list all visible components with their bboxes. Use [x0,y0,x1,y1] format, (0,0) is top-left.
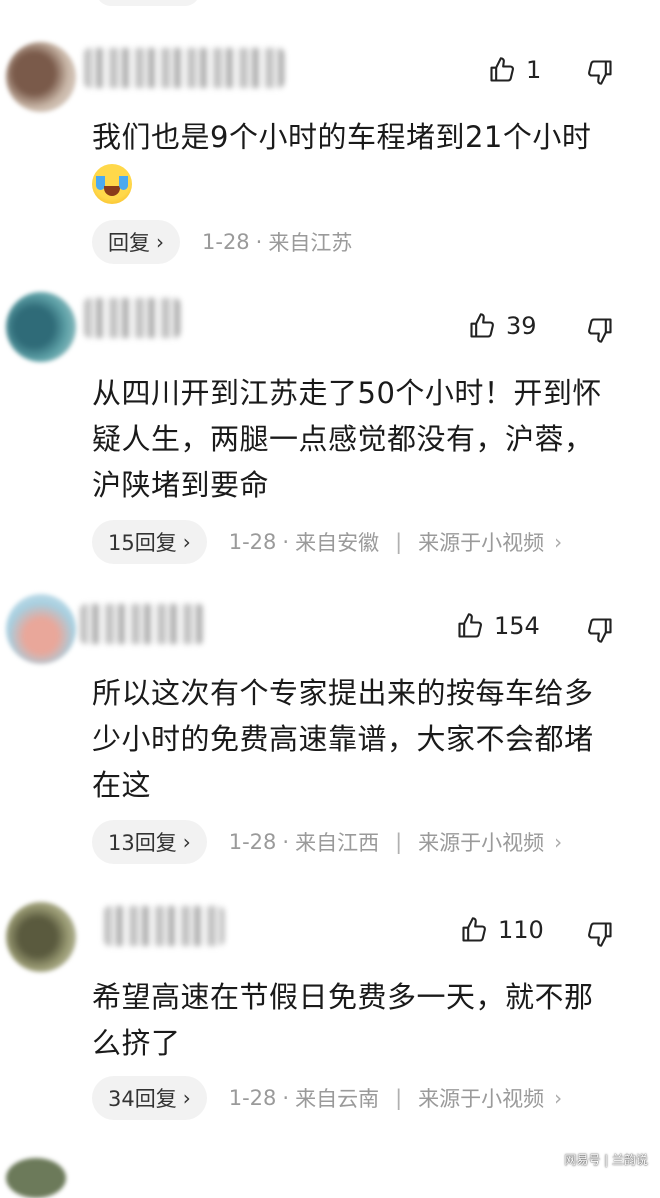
comment-date: 1-28 [228,1086,277,1110]
reply-label: 15回复 [108,531,177,555]
like-count: 39 [506,312,537,340]
avatar[interactable] [6,292,76,362]
dot-separator: · [282,830,290,854]
thumbs-up-icon [462,917,486,942]
chevron-right-icon: › [554,530,563,554]
comment-meta: 15回复 › 1-28 · 来自安徽 | 来源于小视频 › [92,520,562,564]
comment-text-line: 么挤了 [92,1026,181,1060]
thumbs-up-icon [458,613,482,638]
comment-text-line: 我们也是9个小时的车程堵到21个小时 [92,120,592,154]
reply-button[interactable]: 34回复 › [92,1076,207,1120]
like-count: 154 [494,612,540,640]
like-button[interactable]: 39 [468,312,537,340]
reply-label: 34回复 [108,1087,177,1111]
chevron-right-icon: › [156,230,164,254]
dot-separator: · [282,530,290,554]
chevron-right-icon: › [182,830,191,854]
like-button[interactable]: 154 [456,612,540,640]
reply-button[interactable]: 13回复 › [92,820,207,864]
bar-separator: | [395,1086,403,1110]
previous-reply-button[interactable] [96,0,200,6]
thumbs-down-icon [588,618,612,643]
dislike-button[interactable] [586,58,614,86]
thumbs-down-icon [588,318,612,343]
reply-button[interactable]: 15回复 › [92,520,207,564]
thumbs-up-icon [470,313,494,338]
username-blurred[interactable] [104,906,224,946]
avatar[interactable] [6,594,76,664]
comment-text: 所以这次有个专家提出来的按每车给多 少小时的免费高速靠谱，大家不会都堵 在这 [92,670,632,808]
comment-meta: 34回复 › 1-28 · 来自云南 | 来源于小视频 › [92,1076,562,1120]
laugh-cry-emoji-icon [92,164,132,204]
comment-meta: 13回复 › 1-28 · 来自江西 | 来源于小视频 › [92,820,562,864]
thumbs-up-icon [490,57,514,82]
comment-date: 1-28 [202,230,250,254]
dot-separator: · [255,230,263,254]
comment-text-line: 沪陕堵到要命 [92,468,270,502]
watermark: 网易号 | 兰韵说 [564,1153,648,1167]
avatar[interactable] [6,1158,66,1198]
comment-text-line: 所以这次有个专家提出来的按每车给多 [92,676,594,710]
bar-separator: | [395,530,403,554]
comment-text: 我们也是9个小时的车程堵到21个小时 [92,114,632,217]
thumbs-down-icon [588,922,612,947]
bar-separator: | [395,830,403,854]
comment-meta: 回复 › 1-28 · 来自江苏 [92,220,352,264]
comment-source-link[interactable]: 来源于小视频 [418,827,544,857]
comment-text-line: 少小时的免费高速靠谱，大家不会都堵 [92,722,594,756]
chevron-right-icon: › [554,1086,563,1110]
like-count: 1 [526,56,542,84]
like-count: 110 [498,916,544,944]
comment-text-line: 疑人生，两腿一点感觉都没有，沪蓉， [92,422,594,456]
comment-location: 来自江西 [295,831,380,855]
comment-location: 来自江苏 [268,231,353,255]
comment-source-link[interactable]: 来源于小视频 [418,527,544,557]
like-button[interactable]: 1 [488,56,541,84]
comment-date: 1-28 [228,830,277,854]
chevron-right-icon: › [554,830,563,854]
dot-separator: · [282,1086,290,1110]
username-blurred[interactable] [80,604,204,644]
avatar[interactable] [6,902,76,972]
dislike-button[interactable] [586,920,614,948]
reply-button[interactable]: 回复 › [92,220,180,264]
thumbs-down-icon [588,60,612,85]
comment-source-link[interactable]: 来源于小视频 [418,1083,544,1113]
comment-text: 从四川开到江苏走了50个小时！开到怀 疑人生，两腿一点感觉都没有，沪蓉， 沪陕堵… [92,370,632,508]
avatar[interactable] [6,42,76,112]
chevron-right-icon: › [182,530,191,554]
username-blurred[interactable] [84,298,180,338]
like-button[interactable]: 110 [460,916,544,944]
dislike-button[interactable] [586,316,614,344]
comment-text: 希望高速在节假日免费多一天，就不那 么挤了 [92,974,632,1066]
comment-location: 来自安徽 [295,531,380,555]
comment-text-line: 从四川开到江苏走了50个小时！开到怀 [92,376,602,410]
chevron-right-icon: › [182,1086,191,1110]
comment-text-line: 在这 [92,768,152,802]
username-blurred[interactable] [84,48,284,88]
comment-date: 1-28 [228,530,277,554]
comment-text-line: 希望高速在节假日免费多一天，就不那 [92,980,594,1014]
comment-location: 来自云南 [295,1087,380,1111]
dislike-button[interactable] [586,616,614,644]
reply-label: 13回复 [108,831,177,855]
reply-label: 回复 [108,231,150,255]
